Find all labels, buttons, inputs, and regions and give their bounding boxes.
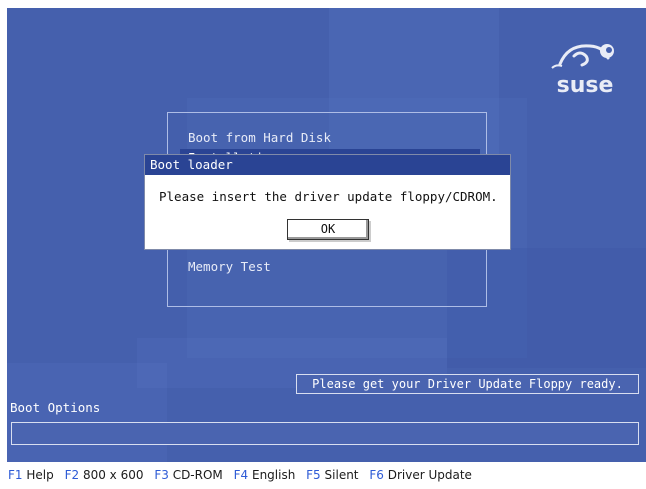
ok-button[interactable]: OK — [287, 219, 369, 240]
fkey-resolution[interactable]: F2 800 x 600 — [65, 468, 144, 482]
function-key-bar: F1 Help F2 800 x 600 F3 CD-ROM F4 Englis… — [8, 468, 479, 482]
fkey-description: 800 x 600 — [82, 468, 144, 482]
boot-options-input[interactable] — [11, 422, 639, 445]
menu-item-memory-test[interactable]: Memory Test — [180, 258, 480, 276]
fkey-description: Driver Update — [387, 468, 472, 482]
suse-logo-icon: suse — [551, 44, 614, 98]
fkey-description: CD-ROM — [172, 468, 223, 482]
boot-options-label: Boot Options — [10, 400, 101, 415]
fkey-driver-update[interactable]: F6 Driver Update — [369, 468, 472, 482]
driver-update-hint: Please get your Driver Update Floppy rea… — [296, 374, 639, 394]
dialog-message: Please insert the driver update floppy/C… — [159, 189, 498, 204]
boot-screen: suse Boot from Hard Disk Installation Me… — [7, 8, 646, 462]
fkey-description: English — [251, 468, 296, 482]
fkey-silent[interactable]: F5 Silent — [306, 468, 358, 482]
menu-item-boot-from-hard-disk[interactable]: Boot from Hard Disk — [180, 129, 480, 147]
fkey-label: F3 — [154, 468, 169, 482]
fkey-description: Help — [26, 468, 54, 482]
boot-loader-dialog: Boot loader Please insert the driver upd… — [144, 154, 511, 250]
fkey-description: Silent — [324, 468, 359, 482]
fkey-help[interactable]: F1 Help — [8, 468, 54, 482]
fkey-source[interactable]: F3 CD-ROM — [154, 468, 222, 482]
fkey-label: F6 — [369, 468, 384, 482]
dialog-title: Boot loader — [145, 155, 510, 175]
fkey-label: F1 — [8, 468, 23, 482]
fkey-label: F2 — [64, 468, 80, 482]
fkey-label: F4 — [233, 468, 249, 482]
logo-text: suse — [557, 73, 614, 98]
fkey-language[interactable]: F4 English — [234, 468, 296, 482]
fkey-label: F5 — [306, 468, 321, 482]
